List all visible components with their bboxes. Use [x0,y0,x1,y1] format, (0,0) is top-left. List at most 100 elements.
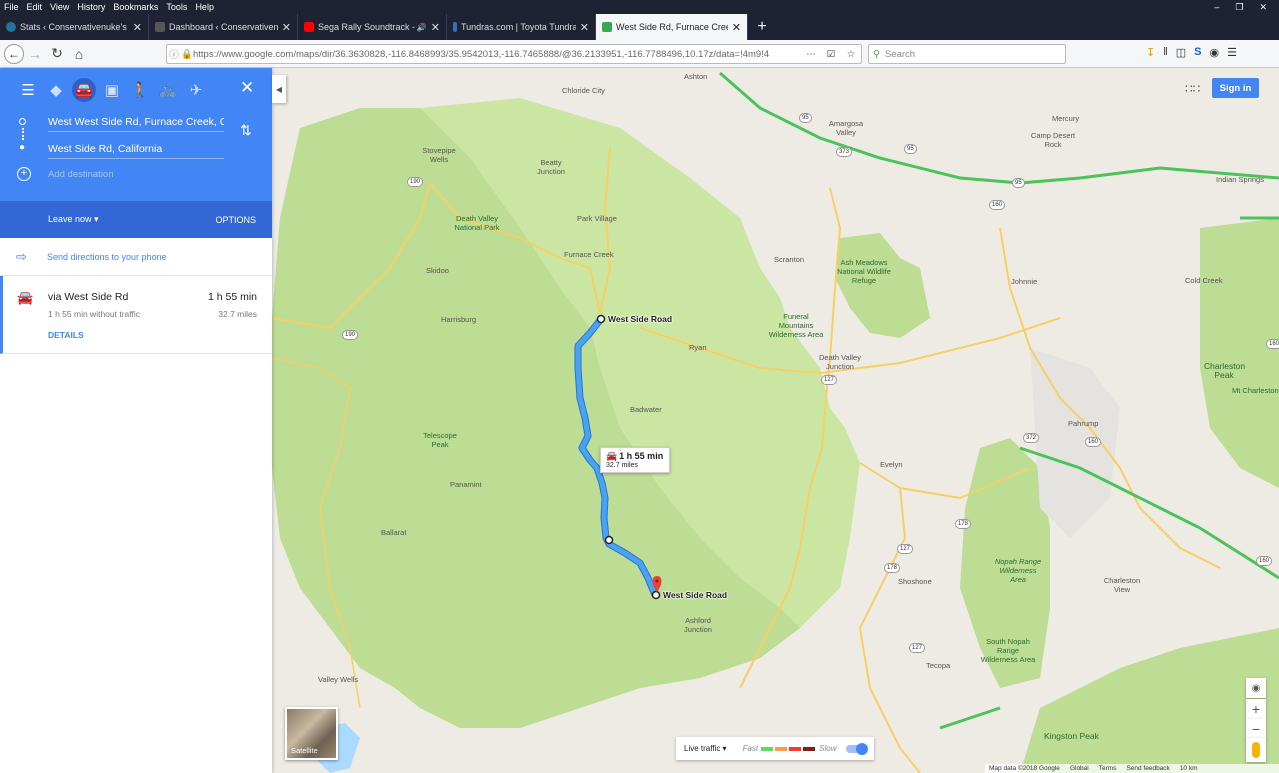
extension-mask-icon[interactable]: ◉ [1210,46,1220,59]
menu-help[interactable]: Help [191,2,218,12]
menu-bookmarks[interactable]: Bookmarks [109,2,162,12]
directions-header: ☰ ◆ 🚘 ▣ 🚶 🚲 ✈ ✕ ● West West Side Rd, Fur… [0,68,272,201]
close-tab-icon[interactable]: ✕ [732,21,741,34]
flight-icon[interactable]: ✈ [182,78,210,102]
place-label: Harrisburg [441,315,477,324]
restore-icon[interactable]: ❐ [1235,2,1243,13]
fast-label: Fast [742,744,759,753]
menu-history[interactable]: History [73,2,109,12]
scale-label: 10 km [1179,765,1198,772]
menu-tools[interactable]: Tools [162,2,191,12]
audio-playing-icon[interactable]: 🔊 [417,23,427,32]
close-directions-icon[interactable]: ✕ [240,78,254,98]
tab-stats[interactable]: Stats ‹ Conservativenuke's Web ✕ [0,14,149,40]
downloads-icon[interactable]: ↧ [1146,46,1155,59]
tab-sega-rally[interactable]: Sega Rally Soundtrack - An 🔊 ✕ [298,14,447,40]
details-link[interactable]: DETAILS [48,330,84,340]
callout-duration: 1 h 55 min [619,451,664,461]
tab-bar: Stats ‹ Conservativenuke's Web ✕ Dashboa… [0,14,1279,40]
zoom-out-button[interactable]: − [1246,719,1266,739]
sidebar-icon[interactable]: ◫ [1176,46,1186,59]
window-close-icon[interactable]: ✕ [1259,2,1267,13]
tab-tundras[interactable]: Tundras.com | Toyota Tundra F ✕ [447,14,596,40]
pegman-icon[interactable] [1246,738,1266,762]
url-bar[interactable]: ⓘ 🔒 https://www.google.com/maps/dir/36.3… [166,44,862,64]
cycling-icon[interactable]: 🚲 [154,78,182,102]
reload-button[interactable]: ↻ [46,45,68,62]
navigation-bar: ← → ↻ ⌂ ⓘ 🔒 https://www.google.com/maps/… [0,40,1279,68]
traffic-toggle[interactable] [846,742,868,755]
zoom-in-button[interactable]: + [1246,699,1266,719]
place-label: Beatty Junction [537,158,565,176]
best-route-icon[interactable]: ◆ [42,78,70,102]
info-icon[interactable]: ⓘ [167,47,181,61]
route-waypoint-marker[interactable] [604,535,614,545]
page-actions-icon[interactable]: ⋯ [801,49,821,60]
toolbar-icons: ↧ ‖ ◫ S ◉ ☰ [1146,46,1237,59]
highway-shield: 372 [1023,433,1040,443]
new-tab-button[interactable]: + [748,14,776,40]
transit-icon[interactable]: ▣ [98,78,126,102]
highway-shield: 190 [342,330,359,340]
place-label: Furnace Creek [564,250,614,259]
url-text[interactable]: https://www.google.com/maps/dir/36.36308… [193,49,801,60]
tundras-favicon-icon [453,22,457,32]
traffic-swatch [803,746,816,751]
tab-dashboard[interactable]: Dashboard ‹ Conservativenuke ✕ [149,14,298,40]
sign-in-button[interactable]: Sign in [1212,78,1259,98]
close-tab-icon[interactable]: ✕ [431,21,440,34]
hamburger-menu-icon[interactable]: ☰ [1227,46,1237,59]
home-button[interactable]: ⌂ [68,46,90,62]
live-traffic-dropdown[interactable]: Live traffic ▾ [684,744,727,753]
add-destination-input[interactable]: Add destination [48,165,224,185]
menu-view[interactable]: View [46,2,73,12]
route-end-marker[interactable] [651,590,661,600]
search-input[interactable]: ⚲ Search [868,44,1066,64]
options-button[interactable]: OPTIONS [215,215,256,225]
place-label: Tecopa [926,661,951,670]
route-duration-callout[interactable]: 🚘 1 h 55 min 32.7 miles [600,447,670,473]
forward-button[interactable]: → [24,46,46,62]
footer-terms-link[interactable]: Terms [1099,765,1117,772]
route-start-marker[interactable] [596,314,606,324]
close-tab-icon[interactable]: ✕ [580,21,589,34]
route-option[interactable]: 🚘 via West Side Rd 1 h 55 min 1 h 55 min… [0,276,272,354]
leave-options-bar: Leave now ▾ OPTIONS [0,201,272,238]
close-tab-icon[interactable]: ✕ [282,21,291,34]
swap-directions-icon[interactable]: ⇅ [240,122,252,139]
google-apps-icon[interactable]: ∷∷ [1185,82,1200,96]
tab-title: Dashboard ‹ Conservativenuke [169,22,278,32]
lock-icon[interactable]: 🔒 [181,49,193,60]
menu-edit[interactable]: Edit [23,2,47,12]
leave-now-dropdown[interactable]: Leave now ▾ [48,214,99,225]
highway-shield: 95 [799,113,812,123]
add-destination-icon[interactable]: + [17,167,31,181]
footer-global-link[interactable]: Global [1070,765,1089,772]
walking-icon[interactable]: 🚶 [126,78,154,102]
close-tab-icon[interactable]: ✕ [133,21,142,34]
park-label: Funeral Mountains Wilderness Area [768,312,824,339]
highway-shield: 127 [909,643,926,653]
destination-input[interactable]: West Side Rd, California [48,139,224,159]
driving-icon[interactable]: 🚘 [72,78,96,102]
menu-file[interactable]: File [0,2,23,12]
extension-s-icon[interactable]: S [1194,46,1201,59]
tab-title: Tundras.com | Toyota Tundra F [461,22,576,32]
satellite-toggle[interactable]: Satellite [285,707,338,760]
library-icon[interactable]: ‖ [1163,46,1168,59]
my-location-button[interactable]: ◉ [1246,678,1266,698]
park-label: Death Valley National Park [454,214,500,232]
minimize-icon[interactable]: – [1214,2,1219,13]
back-button[interactable]: ← [4,43,24,64]
menu-icon[interactable]: ☰ [14,78,42,102]
destination-pin-icon: ● [19,142,26,153]
footer-send-feedback-link[interactable]: Send feedback [1126,765,1169,772]
collapse-panel-button[interactable]: ◀ [272,75,286,103]
park-label: Ash Meadows National Wildlife Refuge [837,258,891,285]
pocket-icon[interactable]: ☑ [821,49,841,60]
send-directions-link[interactable]: Send directions to your phone [47,252,167,262]
send-directions-row[interactable]: ⇨ Send directions to your phone [0,238,272,276]
tab-google-maps[interactable]: West Side Rd, Furnace Creek, C ✕ [596,14,748,40]
bookmark-star-icon[interactable]: ☆ [841,49,861,60]
origin-input[interactable]: West West Side Rd, Furnace Creek, CA 923… [48,112,224,132]
